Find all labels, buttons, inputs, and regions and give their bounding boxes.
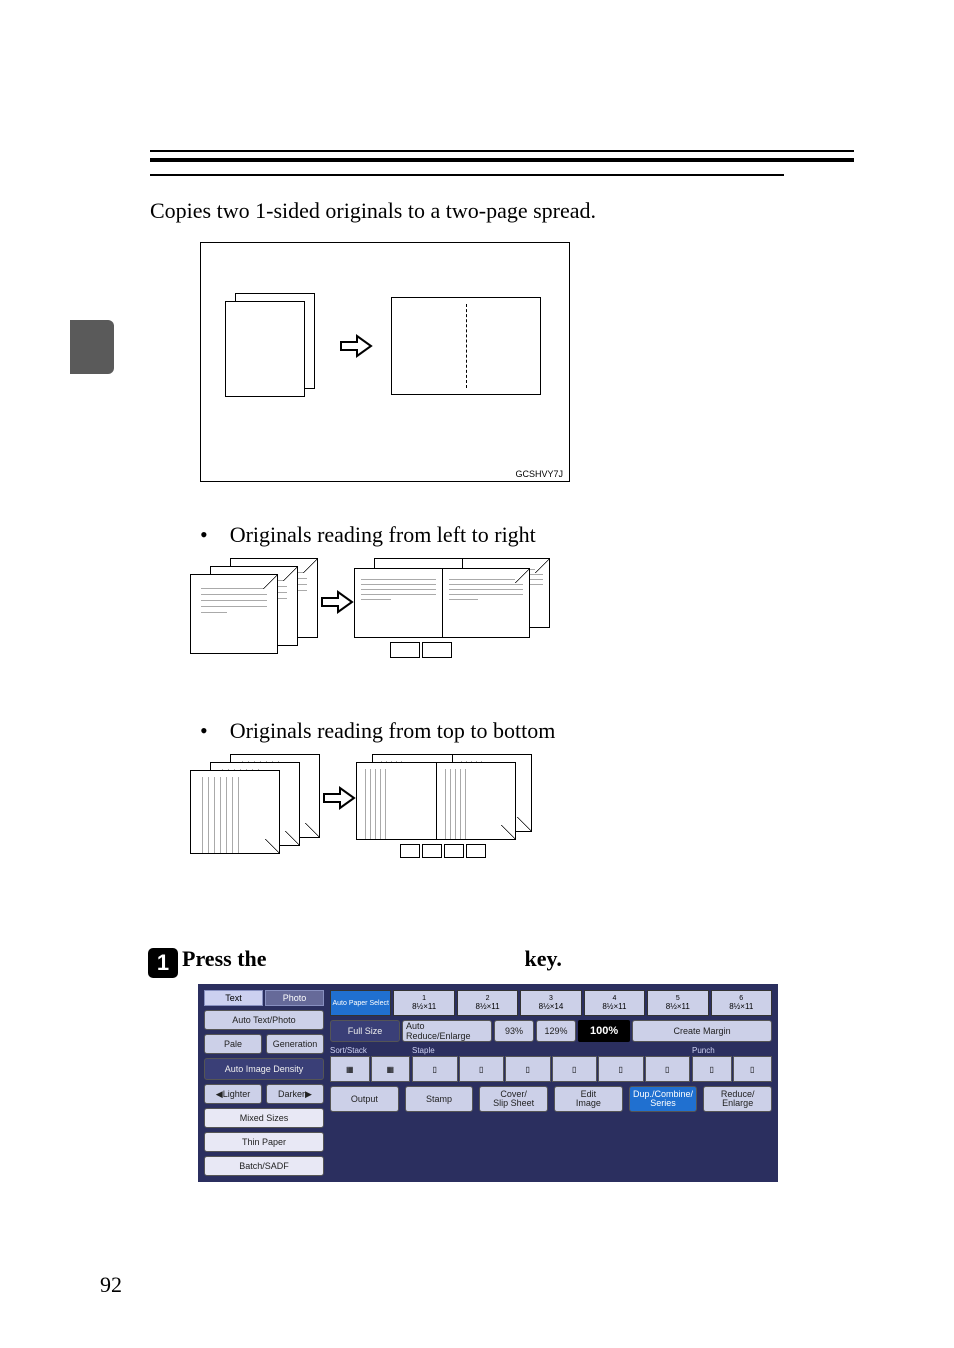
step-1-badge: 1: [148, 948, 178, 978]
mixed-sizes-button[interactable]: Mixed Sizes: [204, 1108, 324, 1128]
intro-text: Copies two 1-sided originals to a two-pa…: [150, 198, 854, 224]
auto-image-density-button[interactable]: Auto Image Density: [204, 1058, 324, 1080]
output-button[interactable]: Output: [330, 1086, 399, 1112]
auto-text-photo-button[interactable]: Auto Text/Photo: [204, 1010, 324, 1030]
tray-2[interactable]: 28½×11: [457, 990, 518, 1016]
sort-option-2[interactable]: ▦: [371, 1056, 411, 1082]
staple-option-3[interactable]: ▯: [505, 1056, 551, 1082]
arrow-right-icon: [320, 588, 354, 616]
full-size-button[interactable]: Full Size: [330, 1020, 400, 1042]
tray-row: Auto Paper Select 18½×11 28½×11 38½×14 4…: [330, 990, 772, 1016]
rule-top-1: [150, 150, 854, 152]
figure-top-bottom: [190, 754, 854, 864]
rule-top-2: [150, 158, 854, 162]
zoom-display: 100%: [578, 1020, 630, 1042]
lighter-button[interactable]: ◀ Lighter: [204, 1084, 262, 1104]
staple-label: Staple: [412, 1046, 690, 1055]
arrow-right-icon: [339, 332, 373, 360]
sort-stack-label: Sort/Stack: [330, 1046, 410, 1055]
diagram-code: GCSHVY7J: [515, 469, 563, 479]
punch-label: Punch: [692, 1046, 772, 1055]
staple-option-6[interactable]: ▯: [645, 1056, 691, 1082]
darker-label: Darker: [278, 1089, 305, 1099]
spread-output-icon: [391, 297, 541, 395]
staple-option-5[interactable]: ▯: [598, 1056, 644, 1082]
figure-spread-diagram: GCSHVY7J: [200, 242, 854, 482]
generation-button[interactable]: Generation: [266, 1034, 324, 1054]
reduce-enlarge-button[interactable]: Reduce/ Enlarge: [703, 1086, 772, 1112]
rule-top-3: [150, 174, 784, 176]
lr-output-icon: [354, 558, 574, 662]
tray-3[interactable]: 38½×14: [520, 990, 581, 1016]
lr-originals-icon: [190, 558, 320, 664]
sort-option-1[interactable]: ▦: [330, 1056, 370, 1082]
originals-stack-icon: [225, 293, 321, 399]
tb-output-icon: [356, 754, 576, 864]
photo-tab[interactable]: Photo: [265, 990, 324, 1006]
pct-93-button[interactable]: 93%: [494, 1020, 534, 1042]
bullet-left-right: • Originals reading from left to right: [200, 522, 854, 548]
side-tab: [70, 320, 114, 374]
tray-6[interactable]: 68½×11: [711, 990, 772, 1016]
punch-option-2[interactable]: ▯: [733, 1056, 773, 1082]
arrow-right-icon: [322, 784, 356, 812]
pale-button[interactable]: Pale: [204, 1034, 262, 1054]
bullet-top-bottom: • Originals reading from top to bottom: [200, 718, 854, 744]
tb-originals-icon: [190, 754, 322, 862]
staple-option-4[interactable]: ▯: [552, 1056, 598, 1082]
auto-reduce-enlarge-button[interactable]: Auto Reduce/Enlarge: [402, 1020, 492, 1042]
cover-slip-sheet-button[interactable]: Cover/ Slip Sheet: [479, 1086, 548, 1112]
copier-ui-screenshot: Text Photo Auto Text/Photo Pale Generati…: [198, 984, 778, 1182]
staple-option-2[interactable]: ▯: [459, 1056, 505, 1082]
tray-1[interactable]: 18½×11: [393, 990, 454, 1016]
auto-paper-select-button[interactable]: Auto Paper Select: [330, 990, 391, 1016]
tray-4[interactable]: 48½×11: [584, 990, 645, 1016]
lighter-label: Lighter: [223, 1089, 251, 1099]
pct-129-button[interactable]: 129%: [536, 1020, 576, 1042]
dup-combine-series-button[interactable]: Dup./Combine/ Series: [629, 1086, 698, 1112]
step-1-prefix: Press the: [182, 946, 267, 972]
auto-paper-select-label: Auto Paper Select: [332, 1000, 388, 1007]
edit-image-button[interactable]: Edit Image: [554, 1086, 623, 1112]
darker-button[interactable]: Darker ▶: [266, 1084, 324, 1104]
figure-left-right: [190, 558, 854, 664]
step-1-suffix: key.: [525, 946, 562, 972]
page-number: 92: [100, 1272, 122, 1298]
batch-sadf-button[interactable]: Batch/SADF: [204, 1156, 324, 1176]
staple-option-1[interactable]: ▯: [412, 1056, 458, 1082]
step-1-line: 1 Press the key.: [148, 944, 854, 974]
stamp-button[interactable]: Stamp: [405, 1086, 474, 1112]
tray-5[interactable]: 58½×11: [647, 990, 708, 1016]
thin-paper-button[interactable]: Thin Paper: [204, 1132, 324, 1152]
text-tab[interactable]: Text: [204, 990, 263, 1006]
punch-option-1[interactable]: ▯: [692, 1056, 732, 1082]
page-content: Copies two 1-sided originals to a two-pa…: [0, 0, 954, 1222]
create-margin-button[interactable]: Create Margin: [632, 1020, 772, 1042]
